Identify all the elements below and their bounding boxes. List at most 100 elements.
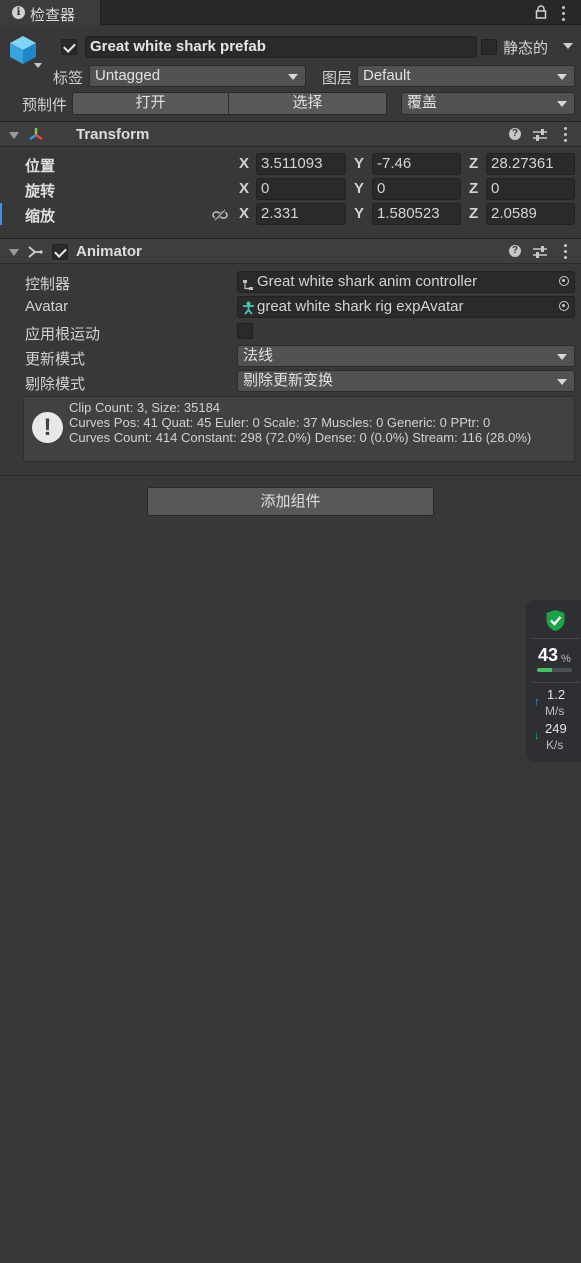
animator-help-icon[interactable]: ? xyxy=(509,245,521,257)
avatar-picker-icon[interactable] xyxy=(559,301,569,311)
info-icon: i xyxy=(12,6,25,19)
culling-mode-value: 剔除更新变换 xyxy=(243,372,334,389)
animator-header[interactable]: Animator ? xyxy=(0,238,581,264)
prefab-select-button[interactable]: 选择 xyxy=(228,92,387,115)
culling-mode-dropdown[interactable]: 剔除更新变换 xyxy=(237,370,575,392)
controller-value: Great white shark anim controller xyxy=(257,273,478,290)
memory-bar-fill xyxy=(537,668,553,672)
layer-dropdown[interactable]: Default xyxy=(357,65,575,87)
transform-axis-icon xyxy=(27,126,45,142)
animator-menu-icon[interactable] xyxy=(564,244,567,262)
animator-preset-icon[interactable] xyxy=(533,245,547,258)
animator-icon xyxy=(27,244,43,260)
rotation-x-axis[interactable]: X xyxy=(239,180,249,197)
tab-inspector[interactable]: i 检查器 xyxy=(0,0,101,26)
avatar-label: Avatar xyxy=(25,298,69,315)
prefab-open-button[interactable]: 打开 xyxy=(72,92,229,115)
rotation-y-axis[interactable]: Y xyxy=(354,180,364,197)
scale-label: 缩放 xyxy=(25,208,56,225)
info-line-1: Clip Count: 3, Size: 35184 xyxy=(69,400,221,415)
controller-asset-icon xyxy=(242,277,254,290)
position-x-input[interactable]: 3.511093 xyxy=(256,153,346,175)
scale-z-axis[interactable]: Z xyxy=(469,205,478,222)
download-unit: K/s xyxy=(546,738,564,752)
tag-dropdown[interactable]: Untagged xyxy=(89,65,306,87)
controller-label: 控制器 xyxy=(25,276,71,293)
scale-x-input[interactable]: 2.331 xyxy=(256,203,346,225)
position-x-axis[interactable]: X xyxy=(239,155,249,172)
prefab-label: 预制件 xyxy=(22,97,68,114)
transform-header[interactable]: Transform ? xyxy=(0,121,581,147)
download-speed: 249 xyxy=(545,721,567,736)
overrides-label: 覆盖 xyxy=(407,94,438,111)
root-motion-checkbox[interactable] xyxy=(237,323,253,339)
tab-bar: i 检查器 xyxy=(0,0,581,26)
static-dropdown-caret[interactable] xyxy=(563,43,573,49)
transform-menu-icon[interactable] xyxy=(564,127,567,145)
culling-mode-label: 剔除模式 xyxy=(25,376,86,393)
root-motion-label: 应用根运动 xyxy=(25,326,101,343)
warning-icon: ! xyxy=(32,412,63,443)
info-text: Clip Count: 3, Size: 35184 Curves Pos: 41… xyxy=(69,400,531,445)
rotation-z-axis[interactable]: Z xyxy=(469,180,478,197)
upload-unit: M/s xyxy=(545,704,565,718)
tag-value: Untagged xyxy=(95,67,161,84)
constrain-proportions-icon[interactable] xyxy=(212,208,228,221)
rotation-y-input[interactable]: 0 xyxy=(372,178,461,200)
avatar-figure-icon xyxy=(242,301,255,315)
rotation-x-input[interactable]: 0 xyxy=(256,178,346,200)
animator-enabled-checkbox[interactable] xyxy=(52,244,68,260)
update-mode-label: 更新模式 xyxy=(25,351,86,368)
memory-percent: 43 xyxy=(538,645,559,665)
icon-dropdown-caret[interactable] xyxy=(34,63,42,68)
lock-icon[interactable] xyxy=(535,5,547,19)
transform-title: Transform xyxy=(76,126,150,143)
tab-title: 检查器 xyxy=(30,7,76,24)
tab-menu-icon[interactable] xyxy=(562,6,565,24)
prefab-overrides-dropdown[interactable]: 覆盖 xyxy=(401,92,575,115)
static-checkbox[interactable] xyxy=(481,39,497,55)
position-label: 位置 xyxy=(25,158,56,175)
active-checkbox[interactable] xyxy=(61,39,77,55)
scale-z-input[interactable]: 2.0589 xyxy=(486,203,575,225)
component-divider xyxy=(0,475,581,476)
scale-x-axis[interactable]: X xyxy=(239,205,249,222)
transform-help-icon[interactable]: ? xyxy=(509,128,521,140)
animator-foldout-icon[interactable] xyxy=(9,249,19,256)
info-line-3: Curves Count: 414 Constant: 298 (72.0%) … xyxy=(69,430,532,445)
transform-preset-icon[interactable] xyxy=(533,128,547,141)
controller-picker-icon[interactable] xyxy=(559,276,569,286)
animator-info-box: ! Clip Count: 3, Size: 35184 Curves Pos: … xyxy=(23,396,575,462)
update-mode-value: 法线 xyxy=(243,347,274,364)
layer-value: Default xyxy=(363,67,411,84)
scale-y-axis[interactable]: Y xyxy=(354,205,364,222)
position-z-input[interactable]: 28.27361 xyxy=(486,153,575,175)
avatar-object-field[interactable]: great white shark rig expAvatar xyxy=(237,296,575,318)
prefab-cube-icon xyxy=(8,34,38,66)
layer-label: 图层 xyxy=(322,70,353,87)
upload-speed: 1.2 xyxy=(547,687,566,702)
controller-object-field[interactable]: Great white shark anim controller xyxy=(237,271,575,293)
scale-y-input[interactable]: 1.580523 xyxy=(372,203,461,225)
transform-row-scale: 缩放 X 2.331 Y 1.580523 Z 2.0589 xyxy=(0,203,581,227)
upload-arrow-icon: ↑ xyxy=(534,696,540,708)
memory-percent-unit: % xyxy=(561,653,571,665)
position-y-input[interactable]: -7.46 xyxy=(372,153,461,175)
system-monitor-widget[interactable]: 43 % ↑ 1.2 M/s ↓ 249 K/s xyxy=(526,600,581,762)
memory-bar xyxy=(537,668,572,672)
shield-check-icon xyxy=(545,609,566,632)
transform-foldout-icon[interactable] xyxy=(9,132,19,139)
tag-label: 标签 xyxy=(53,70,84,87)
transform-row-position: 位置 X 3.511093 Y -7.46 Z 28.27361 xyxy=(0,153,581,177)
info-line-2: Curves Pos: 41 Quat: 45 Euler: 0 Scale: … xyxy=(69,415,491,430)
add-component-button[interactable]: 添加组件 xyxy=(147,487,434,516)
position-y-axis[interactable]: Y xyxy=(354,155,364,172)
rotation-label: 旋转 xyxy=(25,183,56,200)
transform-row-rotation: 旋转 X 0 Y 0 Z 0 xyxy=(0,178,581,202)
animator-title: Animator xyxy=(76,243,142,260)
avatar-value: great white shark rig expAvatar xyxy=(257,298,464,315)
rotation-z-input[interactable]: 0 xyxy=(486,178,575,200)
object-name-input[interactable]: Great white shark prefab xyxy=(85,36,477,58)
position-z-axis[interactable]: Z xyxy=(469,155,478,172)
update-mode-dropdown[interactable]: 法线 xyxy=(237,345,575,367)
